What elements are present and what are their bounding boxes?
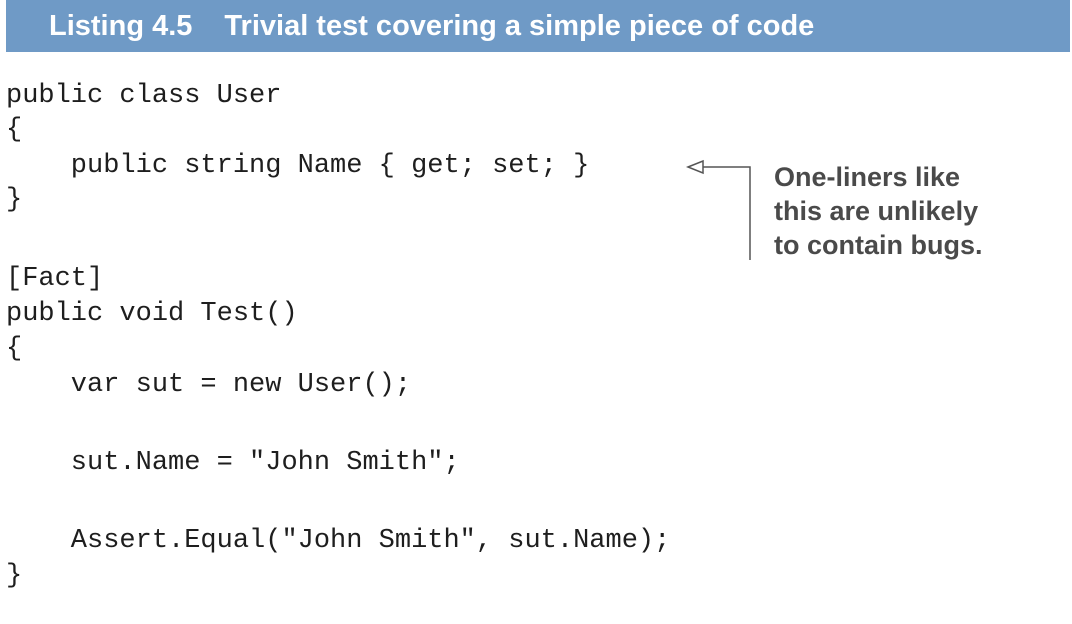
annotation-line: to contain bugs. <box>774 230 983 260</box>
annotation-line: this are unlikely <box>774 196 979 226</box>
annotation-arrow-icon <box>685 159 751 260</box>
annotation-callout: One-liners like this are unlikely to con… <box>774 160 983 262</box>
annotation-line: One-liners like <box>774 162 961 192</box>
